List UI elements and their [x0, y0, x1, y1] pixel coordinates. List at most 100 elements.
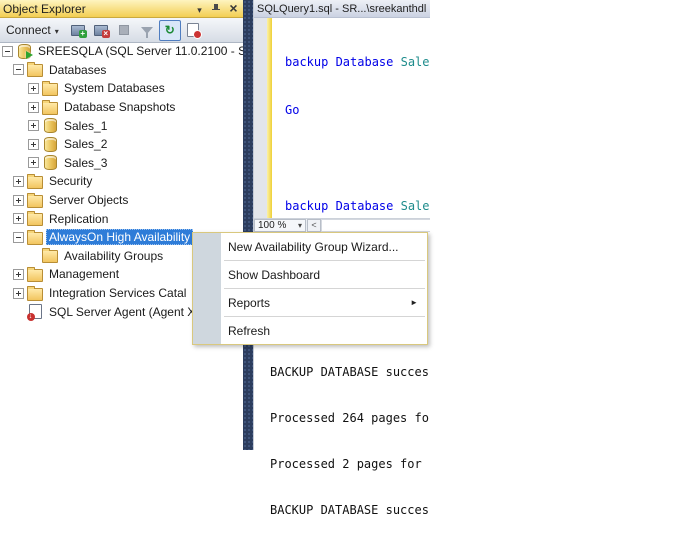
- database-icon: [42, 118, 58, 134]
- menu-item-label: Reports: [228, 296, 270, 310]
- output-line: BACKUP DATABASE succes: [270, 503, 429, 518]
- expand-plus-icon[interactable]: [13, 269, 24, 280]
- editor-selection-margin: [254, 18, 267, 218]
- query-editor-pane: SQLQuery1.sql - SR...\sreekanthdl backup…: [253, 0, 430, 450]
- tree-item-replication[interactable]: Replication: [0, 209, 243, 228]
- object-explorer-toolbar: Connect + ×: [0, 18, 243, 43]
- filter-icon: [141, 27, 153, 34]
- window-position-button[interactable]: [192, 2, 207, 15]
- tree-item-system-databases[interactable]: System Databases: [0, 79, 243, 98]
- expand-plus-icon[interactable]: [13, 195, 24, 206]
- editor-code-lines: backup Database Sale Go backup Database …: [285, 22, 430, 218]
- menu-item-new-availability-group-wizard[interactable]: New Availability Group Wizard...: [193, 234, 427, 259]
- output-line: BACKUP DATABASE succes: [270, 365, 429, 380]
- collapse-expander-icon[interactable]: [13, 64, 24, 75]
- folder-icon: [27, 192, 43, 208]
- tree-item-databases[interactable]: Databases: [0, 61, 243, 80]
- hscroll-track[interactable]: [321, 219, 430, 232]
- filter-button[interactable]: [136, 20, 158, 41]
- tree-item-sreesqla-server[interactable]: SREESQLA (SQL Server 11.0.2100 - SREEI: [0, 42, 243, 61]
- folder-icon: [27, 229, 43, 245]
- x-badge-icon: ×: [102, 30, 110, 38]
- tree-item-label: SREESQLA (SQL Server 11.0.2100 - SREEI: [35, 43, 243, 59]
- tree-item-label: Sales_1: [61, 118, 110, 134]
- object-explorer-title: Object Explorer: [3, 2, 86, 16]
- menu-item-label: Refresh: [228, 324, 270, 338]
- expand-plus-icon[interactable]: [13, 176, 24, 187]
- database-cylinder-shape: [18, 44, 31, 59]
- folder-icon: [27, 62, 43, 78]
- chevron-down-icon: [298, 220, 302, 231]
- expand-plus-icon[interactable]: [28, 102, 39, 113]
- menu-item-reports[interactable]: Reports: [193, 290, 427, 315]
- folder-icon: [27, 285, 43, 301]
- expand-plus-icon[interactable]: [28, 83, 39, 94]
- folder-icon: [42, 80, 58, 96]
- server-icon: [16, 43, 32, 59]
- tree-item-label-selected: AlwaysOn High Availability: [46, 229, 193, 245]
- object-explorer-titlebar: Object Explorer: [0, 0, 243, 18]
- zoom-level-dropdown[interactable]: 100 %: [254, 219, 306, 232]
- database-icon: [42, 136, 58, 152]
- tree-item-label: Server Objects: [46, 192, 131, 208]
- menu-separator: [224, 260, 425, 261]
- chevron-down-icon: [55, 23, 59, 37]
- pin-icon: [212, 3, 221, 14]
- folder-icon: [42, 248, 58, 264]
- output-line: Processed 264 pages fo: [270, 411, 429, 426]
- code-line: backup Database Sale: [285, 54, 430, 70]
- dock-splitter[interactable]: [243, 0, 253, 450]
- menu-item-show-dashboard[interactable]: Show Dashboard: [193, 262, 427, 287]
- script-error-icon: [187, 23, 199, 37]
- menu-item-refresh[interactable]: Refresh: [193, 318, 427, 343]
- expander-spacer: [28, 250, 39, 261]
- tree-item-server-objects[interactable]: Server Objects: [0, 191, 243, 210]
- expand-plus-icon[interactable]: [28, 120, 39, 131]
- change-tracking-strip: [267, 18, 272, 218]
- expand-plus-icon[interactable]: [13, 288, 24, 299]
- context-menu: New Availability Group Wizard... Show Da…: [192, 232, 428, 345]
- tree-item-sales-3[interactable]: Sales_3: [0, 154, 243, 173]
- folder-icon: [27, 266, 43, 282]
- stop-icon: [119, 25, 129, 35]
- stop-button[interactable]: [113, 20, 135, 41]
- plus-badge-icon: +: [79, 30, 87, 38]
- refresh-button[interactable]: [159, 20, 181, 41]
- collapse-expander-icon[interactable]: [13, 232, 24, 243]
- auto-hide-pin-button[interactable]: [209, 2, 224, 15]
- editor-bottom-bar: 100 %: [254, 218, 430, 232]
- expander-spacer: [13, 306, 24, 317]
- collapse-expander-icon[interactable]: [2, 46, 13, 57]
- tree-item-label: Sales_2: [61, 136, 110, 152]
- connect-server-button[interactable]: +: [67, 20, 89, 41]
- expand-plus-icon[interactable]: [13, 213, 24, 224]
- chevron-down-icon: [197, 2, 202, 16]
- tree-item-label: System Databases: [61, 80, 168, 96]
- menu-separator: [224, 316, 425, 317]
- script-button[interactable]: [182, 20, 204, 41]
- connect-dropdown-button[interactable]: Connect: [4, 21, 63, 39]
- tree-item-sales-1[interactable]: Sales_1: [0, 116, 243, 135]
- disconnect-server-button[interactable]: ×: [90, 20, 112, 41]
- tree-item-label: Integration Services Catal: [46, 285, 189, 301]
- expand-plus-icon[interactable]: [28, 139, 39, 150]
- tree-item-label: Database Snapshots: [61, 99, 178, 115]
- zoom-level-value: 100 %: [258, 220, 286, 231]
- tree-item-security[interactable]: Security: [0, 172, 243, 191]
- tree-item-label: Sales_3: [61, 155, 110, 171]
- sql-agent-disabled-icon: [27, 304, 43, 320]
- document-tab-sqlquery1[interactable]: SQLQuery1.sql - SR...\sreekanthdl: [254, 0, 430, 18]
- menu-item-label: New Availability Group Wizard...: [228, 240, 399, 254]
- refresh-icon: [165, 21, 175, 39]
- output-line: Processed 2 pages for: [270, 457, 429, 472]
- expand-plus-icon[interactable]: [28, 157, 39, 168]
- sql-code-editor[interactable]: backup Database Sale Go backup Database …: [254, 18, 430, 218]
- code-line: Go: [285, 102, 430, 118]
- tree-item-database-snapshots[interactable]: Database Snapshots: [0, 98, 243, 117]
- close-panel-button[interactable]: [226, 2, 241, 15]
- hscroll-left-arrow[interactable]: [307, 219, 321, 232]
- tree-item-label: SQL Server Agent (Agent X: [46, 304, 198, 320]
- output-lines: BACKUP DATABASE succes Processed 264 pag…: [270, 334, 429, 550]
- tree-item-label: Security: [46, 173, 95, 189]
- tree-item-sales-2[interactable]: Sales_2: [0, 135, 243, 154]
